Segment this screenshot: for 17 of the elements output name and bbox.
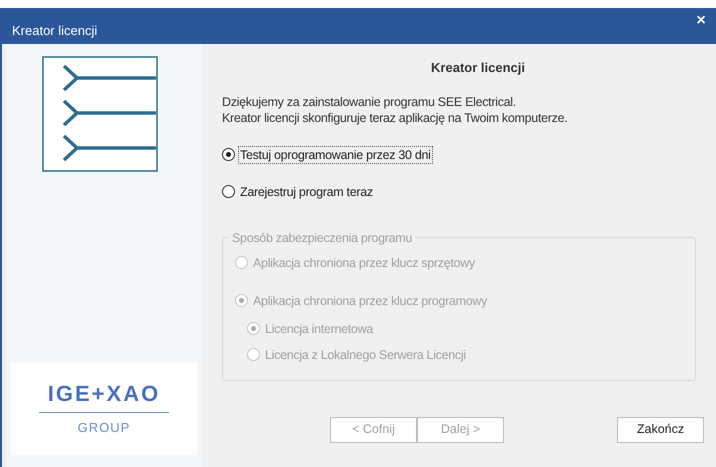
option-label: Licencja internetowa xyxy=(264,320,374,338)
intro-text: Dziękujemy za zainstalowanie programu SEE Electrical. xyxy=(222,94,517,110)
radio-button[interactable] xyxy=(222,148,235,161)
logo-subtitle: GROUP xyxy=(78,418,130,437)
wizard-heading: Kreator licencji xyxy=(430,59,526,77)
option-label: Zarejestruj program teraz xyxy=(239,184,374,200)
radio-button[interactable] xyxy=(222,185,235,198)
option-label: Testuj oprogramowanie przez 30 dni xyxy=(238,146,433,164)
option-label: Licencja z Lokalnego Serwera Licencji xyxy=(264,346,467,364)
logo-mark-icon xyxy=(42,56,158,172)
intro-text: Kreator licencji skonfiguruje teraz aplikację na Twoim komputerze. xyxy=(222,110,568,126)
option-label: Aplikacja chroniona przez klucz sprzętowy xyxy=(252,254,476,272)
option-label: Aplikacja chroniona przez klucz programowy xyxy=(252,292,488,310)
window-title: Kreator licencji xyxy=(12,22,98,40)
finish-button[interactable]: Zakończ xyxy=(617,416,704,442)
close-button[interactable]: × xyxy=(690,9,712,31)
logo-name: IGE+XAO xyxy=(48,380,160,407)
